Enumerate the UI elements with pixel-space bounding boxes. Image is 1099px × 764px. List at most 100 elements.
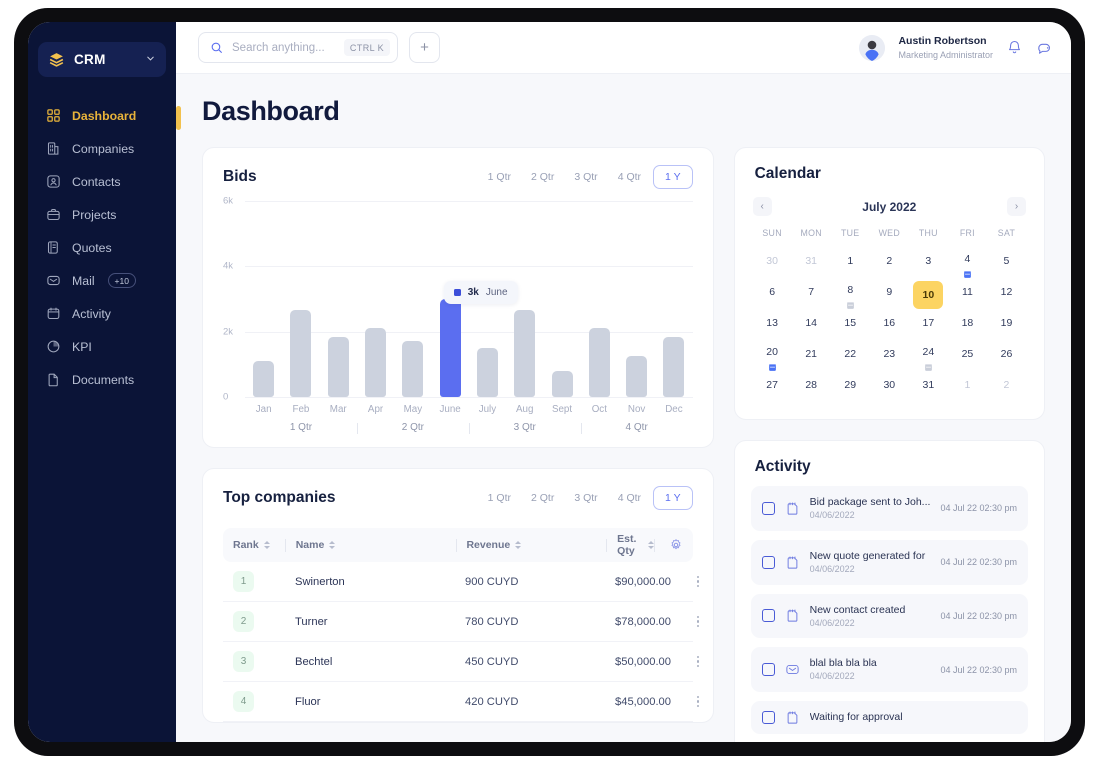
calendar-day[interactable]: 14	[792, 310, 831, 341]
column-header-rank[interactable]: Rank	[233, 539, 285, 551]
activity-checkbox[interactable]	[761, 555, 775, 569]
chart-bar-slot[interactable]	[282, 201, 319, 397]
column-header-revenue[interactable]: Revenue	[456, 539, 606, 551]
sidebar-item-quotes[interactable]: Quotes	[28, 231, 176, 264]
calendar-day[interactable]: 5	[987, 248, 1026, 279]
chart-bar[interactable]	[663, 336, 685, 397]
sort-icon[interactable]	[263, 541, 270, 549]
companies-filter-1qtr[interactable]: 1 Qtr	[480, 487, 519, 509]
chart-bar-slot[interactable]	[357, 201, 394, 397]
calendar-day[interactable]: 4	[948, 248, 987, 279]
calendar-day[interactable]: 9	[870, 279, 909, 310]
sidebar-item-projects[interactable]: Projects	[28, 198, 176, 231]
chat-cloud-icon[interactable]	[1036, 39, 1053, 56]
calendar-day[interactable]: 24	[909, 341, 948, 372]
activity-checkbox[interactable]	[761, 663, 775, 677]
calendar-day[interactable]: 25	[948, 341, 987, 372]
row-menu-icon[interactable]	[696, 615, 699, 628]
chart-bar[interactable]	[365, 328, 387, 397]
calendar-day[interactable]: 23	[870, 341, 909, 372]
sidebar-item-kpi[interactable]: KPI	[28, 330, 176, 363]
calendar-day[interactable]: 16	[870, 310, 909, 341]
column-header-est-qty[interactable]: Est. Qty	[607, 533, 654, 557]
chart-bar-slot[interactable]	[618, 201, 655, 397]
sidebar-item-mail[interactable]: Mail +10	[28, 264, 176, 297]
chart-bar[interactable]	[626, 356, 648, 397]
calendar-day[interactable]: 20	[753, 341, 792, 372]
chart-bar-slot[interactable]	[394, 201, 431, 397]
activity-item[interactable]: New quote generated for 04/06/2022 04 Jul …	[750, 539, 1028, 585]
bids-filter-1qtr[interactable]: 1 Qtr	[480, 166, 519, 188]
calendar-day[interactable]: 13	[753, 310, 792, 341]
chart-bar[interactable]	[253, 361, 275, 397]
calendar-day[interactable]: 26	[987, 341, 1026, 372]
sort-icon[interactable]	[515, 541, 522, 549]
companies-filter-4qtr[interactable]: 4 Qtr	[610, 487, 649, 509]
activity-item[interactable]: New contact created 04/06/2022 04 Jul 22 0…	[750, 593, 1028, 639]
activity-checkbox[interactable]	[761, 609, 775, 623]
calendar-day[interactable]: 7	[792, 279, 831, 310]
chevron-left-icon[interactable]: ‹	[752, 197, 772, 216]
bids-filter-2qtr[interactable]: 2 Qtr	[523, 166, 562, 188]
table-row[interactable]: 1 Swinerton 900 CUYD $90,000.00	[223, 562, 699, 602]
calendar-day[interactable]: 1	[831, 248, 870, 279]
calendar-day[interactable]: 19	[987, 310, 1026, 341]
chart-bar-slot[interactable]	[245, 201, 282, 397]
chart-bar-slot[interactable]	[581, 201, 618, 397]
calendar-day[interactable]: 1	[948, 372, 987, 403]
sidebar-item-dashboard[interactable]: Dashboard	[28, 99, 176, 132]
calendar-day[interactable]: 2	[987, 372, 1026, 403]
table-row[interactable]: 4 Fluor 420 CUYD $45,000.00	[223, 682, 699, 722]
activity-item[interactable]: Waiting for approval	[750, 701, 1028, 735]
avatar[interactable]	[859, 34, 886, 61]
search-input[interactable]: Search anything... CTRL K	[198, 32, 398, 63]
calendar-day[interactable]: 30	[753, 248, 792, 279]
activity-item[interactable]: Bid package sent to Joh... 04/06/2022 04 J…	[750, 486, 1028, 531]
calendar-day[interactable]: 3	[909, 248, 948, 279]
row-menu-icon[interactable]	[696, 655, 699, 668]
calendar-day[interactable]: 31	[792, 248, 831, 279]
bids-filter-4qtr[interactable]: 4 Qtr	[610, 166, 649, 188]
chart-bar[interactable]	[588, 328, 610, 397]
row-menu-icon[interactable]	[696, 695, 699, 708]
sidebar-item-companies[interactable]: Companies	[28, 132, 176, 165]
chart-bar[interactable]	[476, 348, 498, 397]
table-row[interactable]: 3 Bechtel 450 CUYD $50,000.00	[223, 642, 699, 682]
chart-bar[interactable]	[290, 310, 312, 397]
chart-bar-slot[interactable]	[320, 201, 357, 397]
table-row[interactable]: 2 Turner 780 CUYD $78,000.00	[223, 602, 699, 642]
chevron-right-icon[interactable]: ›	[1007, 197, 1026, 216]
activity-item[interactable]: blal bla bla bla 04/06/2022 04 Jul 22 02:3…	[750, 647, 1028, 693]
chart-bar[interactable]	[439, 299, 461, 397]
chart-bar[interactable]	[402, 341, 424, 397]
chart-bar[interactable]	[551, 370, 573, 397]
add-button[interactable]: +	[409, 32, 440, 63]
activity-checkbox[interactable]	[761, 711, 775, 725]
row-menu-icon[interactable]	[696, 575, 699, 588]
calendar-day[interactable]: 28	[792, 372, 831, 403]
calendar-day-selected[interactable]: 10	[909, 279, 948, 310]
calendar-day[interactable]: 6	[753, 279, 792, 310]
bids-filter-3qtr[interactable]: 3 Qtr	[566, 166, 605, 188]
sidebar-item-documents[interactable]: Documents	[28, 363, 176, 396]
chart-bar[interactable]	[514, 310, 536, 397]
sidebar-item-activity[interactable]: Activity	[28, 297, 176, 330]
activity-checkbox[interactable]	[761, 501, 775, 515]
sidebar-item-contacts[interactable]: Contacts	[28, 165, 176, 198]
calendar-day[interactable]: 8	[831, 279, 870, 310]
chart-bar-slot[interactable]	[655, 201, 692, 397]
calendar-day[interactable]: 21	[792, 341, 831, 372]
brand-switcher[interactable]: CRM	[38, 42, 166, 77]
gear-icon[interactable]	[669, 538, 683, 552]
column-header-name[interactable]: Name	[286, 539, 456, 551]
sort-icon[interactable]	[329, 541, 336, 549]
calendar-day[interactable]: 12	[987, 279, 1026, 310]
companies-filter-1y[interactable]: 1 Y	[653, 486, 693, 510]
chart-bar-slot[interactable]	[543, 201, 580, 397]
chevron-down-icon[interactable]	[145, 53, 156, 67]
calendar-day[interactable]: 2	[870, 248, 909, 279]
calendar-day[interactable]: 30	[870, 372, 909, 403]
calendar-day[interactable]: 18	[948, 310, 987, 341]
calendar-day[interactable]: 27	[753, 372, 792, 403]
calendar-day[interactable]: 31	[909, 372, 948, 403]
